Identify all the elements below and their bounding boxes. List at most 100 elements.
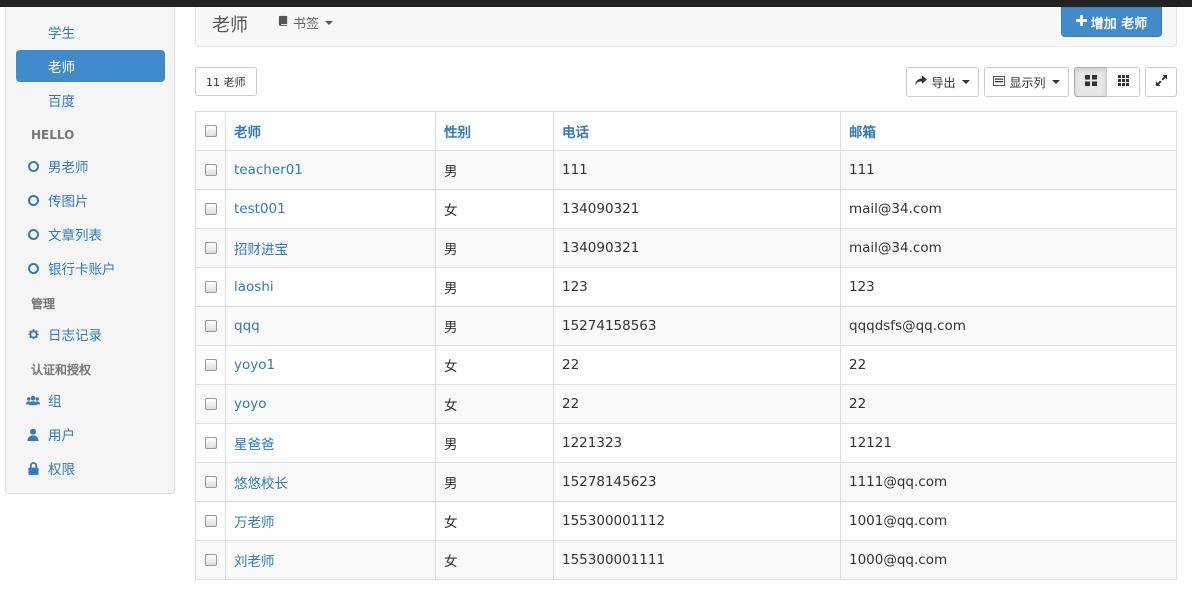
sidebar-item-male-teachers[interactable]: 男老师: [16, 150, 165, 182]
row-checkbox[interactable]: [204, 281, 217, 293]
column-header-gender[interactable]: 性别: [435, 111, 554, 151]
row-select-cell: [195, 228, 226, 268]
sidebar-item-permissions[interactable]: 权限: [16, 452, 165, 484]
sidebar-item-label: 日志记录: [48, 328, 102, 344]
gender-cell: 女: [435, 540, 554, 580]
gender-cell: 男: [435, 267, 554, 307]
row-select-cell: [195, 189, 226, 229]
sidebar-item-upload-images[interactable]: 传图片: [16, 184, 165, 216]
row-checkbox[interactable]: [204, 164, 217, 176]
row-select-cell: [195, 306, 226, 346]
row-select-cell: [195, 150, 226, 190]
sidebar-item-logs[interactable]: 日志记录: [16, 318, 165, 350]
row-checkbox[interactable]: [204, 242, 217, 254]
column-header-teacher[interactable]: 老师: [225, 111, 436, 151]
gender-cell: 女: [435, 189, 554, 229]
row-checkbox[interactable]: [204, 554, 217, 566]
caret-down-icon: [961, 80, 970, 84]
circle-icon: [26, 160, 40, 172]
phone-cell: 22: [553, 384, 841, 424]
email-cell: 1111@qq.com: [840, 462, 1177, 502]
email-cell: 1001@qq.com: [840, 501, 1177, 541]
sidebar: 学生 老师 百度 HELLO 男老师 传图片 文章列表 银行卡账户 管理 日志记…: [5, 7, 175, 494]
grid-small-icon: [1117, 75, 1129, 89]
gender-cell: 女: [435, 501, 554, 541]
table-row: teacher01 男 111 111: [195, 150, 1177, 190]
row-checkbox[interactable]: [204, 320, 217, 332]
row-select-cell: [195, 540, 226, 580]
grid-view-button[interactable]: [1074, 67, 1107, 97]
teacher-name-link[interactable]: 星爸爸: [225, 423, 436, 463]
caret-down-icon: [1051, 80, 1060, 84]
sidebar-item-teachers[interactable]: 老师: [16, 50, 165, 82]
teacher-name-link[interactable]: 万老师: [225, 501, 436, 541]
sidebar-item-label: 学生: [48, 26, 75, 42]
phone-cell: 134090321: [553, 189, 841, 229]
teacher-name-link[interactable]: teacher01: [225, 150, 436, 190]
columns-button[interactable]: 显示列: [984, 67, 1069, 97]
user-icon: [26, 428, 40, 441]
teacher-name-link[interactable]: 悠悠校长: [225, 462, 436, 502]
table-row: 招财进宝男 134090321 mail@34.com: [195, 228, 1177, 268]
gender-cell: 男: [435, 423, 554, 463]
page-title: 老师: [212, 15, 248, 36]
export-label: 导出: [931, 75, 956, 90]
fullscreen-button[interactable]: [1145, 67, 1177, 97]
sidebar-item-label: 权限: [48, 462, 75, 478]
column-header-email[interactable]: 邮箱: [840, 111, 1177, 151]
sidebar-item-label: 男老师: [48, 160, 89, 176]
teacher-name-link[interactable]: yoyo1: [225, 345, 436, 385]
grid-small-view-button[interactable]: [1106, 67, 1140, 97]
column-header-phone[interactable]: 电话: [553, 111, 841, 151]
sidebar-item-articles[interactable]: 文章列表: [16, 218, 165, 250]
sidebar-item-students[interactable]: 学生: [16, 16, 165, 48]
select-all-checkbox[interactable]: [204, 125, 217, 137]
teacher-name-link[interactable]: yoyo: [225, 384, 436, 424]
phone-cell: 134090321: [553, 228, 841, 268]
row-checkbox[interactable]: [204, 203, 217, 215]
email-cell: 123: [840, 267, 1177, 307]
teacher-name-link[interactable]: 招财进宝: [225, 228, 436, 268]
row-checkbox[interactable]: [204, 359, 217, 371]
grid-large-icon: [1084, 75, 1097, 89]
sidebar-item-users[interactable]: 用户: [16, 418, 165, 450]
gender-cell: 男: [435, 150, 554, 190]
row-select-cell: [195, 345, 226, 385]
row-checkbox[interactable]: [204, 398, 217, 410]
sidebar-item-groups[interactable]: 组: [16, 384, 165, 416]
lock-icon: [26, 461, 40, 475]
phone-cell: 1221323: [553, 423, 841, 463]
teacher-name-link[interactable]: qqq: [225, 306, 436, 346]
email-cell: qqqdsfs@qq.com: [840, 306, 1177, 346]
table-row: yoyo1 女 22 22: [195, 345, 1177, 385]
gear-icon: [26, 328, 40, 341]
teacher-name-link[interactable]: 刘老师: [225, 540, 436, 580]
export-button[interactable]: 导出: [906, 67, 979, 97]
teacher-name-link[interactable]: laoshi: [225, 267, 436, 307]
caret-down-icon: [325, 20, 334, 25]
top-bar: [0, 0, 1192, 7]
row-select-cell: [195, 267, 226, 307]
circle-icon: [26, 262, 40, 274]
row-checkbox[interactable]: [204, 515, 217, 527]
email-cell: mail@34.com: [840, 189, 1177, 229]
sidebar-item-bank-accounts[interactable]: 银行卡账户: [16, 252, 165, 284]
sidebar-item-label: 老师: [48, 60, 75, 76]
gender-cell: 女: [435, 345, 554, 385]
select-all-cell: [195, 111, 226, 151]
teacher-name-link[interactable]: test001: [225, 189, 436, 229]
email-cell: 1000@qq.com: [840, 540, 1177, 580]
row-select-cell: [195, 423, 226, 463]
row-checkbox[interactable]: [204, 437, 217, 449]
phone-cell: 15274158563: [553, 306, 841, 346]
table-row: 星爸爸男 1221323 12121: [195, 423, 1177, 463]
table-header-row: 老师 性别 电话 邮箱: [195, 111, 1177, 151]
sidebar-item-baidu[interactable]: 百度: [16, 84, 165, 116]
row-select-cell: [195, 384, 226, 424]
row-checkbox[interactable]: [204, 476, 217, 488]
bookmark-dropdown[interactable]: 书签: [278, 13, 334, 32]
sidebar-item-label: 文章列表: [48, 228, 102, 244]
add-button-label: 增加 老师: [1090, 16, 1148, 32]
record-count: 11 老师: [195, 67, 257, 96]
add-teacher-button[interactable]: 增加 老师: [1061, 7, 1162, 37]
